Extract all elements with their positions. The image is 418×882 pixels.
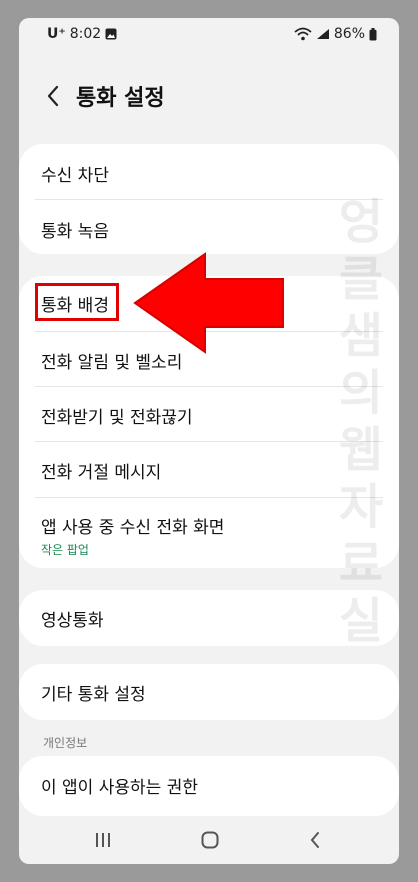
home-icon[interactable] bbox=[201, 831, 219, 849]
settings-card-other: 기타 통화 설정 bbox=[19, 664, 399, 720]
app-header: 통화 설정 bbox=[19, 78, 399, 118]
menu-item-label: 기타 통화 설정 bbox=[41, 685, 146, 705]
gallery-notification-icon bbox=[105, 28, 117, 40]
watermark-text: 엉클샘의웹자료실 bbox=[338, 194, 384, 649]
navigation-bar bbox=[19, 818, 399, 864]
back-nav-icon[interactable] bbox=[309, 831, 321, 849]
signal-icon bbox=[316, 29, 329, 39]
phone-screen: U⁺ 8:02 86% 통화 설정 수신 차단 통화 녹음 통화 배경 전화 알 bbox=[19, 18, 399, 864]
battery-percent: 86% bbox=[333, 26, 365, 42]
page-title: 통화 설정 bbox=[76, 86, 165, 111]
pointer-arrow-icon bbox=[133, 252, 284, 354]
menu-item-label: 이 앱이 사용하는 권한 bbox=[41, 778, 198, 798]
carrier-label: U⁺ bbox=[47, 26, 66, 42]
section-label-privacy: 개인정보 bbox=[43, 736, 88, 750]
recent-apps-icon[interactable] bbox=[94, 832, 112, 848]
highlight-box bbox=[35, 283, 119, 321]
menu-item-label: 수신 차단 bbox=[41, 166, 109, 186]
clock: 8:02 bbox=[69, 26, 102, 42]
menu-item-app-permissions[interactable]: 이 앱이 사용하는 권한 bbox=[19, 773, 399, 798]
back-arrow-icon[interactable] bbox=[43, 82, 65, 110]
settings-card-privacy: 이 앱이 사용하는 권한 bbox=[19, 756, 399, 816]
wifi-icon bbox=[294, 27, 312, 41]
menu-item-other-call-settings[interactable]: 기타 통화 설정 bbox=[19, 680, 399, 705]
menu-item-block-numbers[interactable]: 수신 차단 bbox=[19, 161, 399, 186]
status-bar: U⁺ 8:02 86% bbox=[19, 18, 399, 54]
battery-icon bbox=[369, 27, 377, 40]
